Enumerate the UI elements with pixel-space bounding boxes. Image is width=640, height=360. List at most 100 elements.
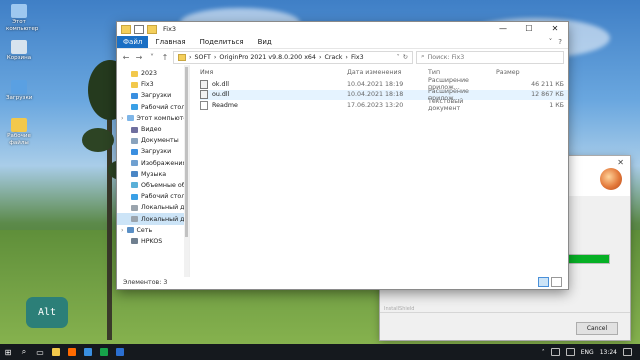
alt-key-overlay: Alt — [26, 297, 68, 328]
volume-icon[interactable] — [565, 348, 575, 356]
column-date[interactable]: Дата изменения — [347, 69, 428, 76]
breadcrumb-item[interactable]: Crack — [324, 54, 342, 61]
breadcrumb-sep: › — [318, 53, 322, 61]
text-file-icon — [200, 100, 208, 110]
details-view-icon[interactable] — [538, 277, 549, 287]
refresh-icon[interactable]: ↻ — [403, 54, 408, 61]
chevron-up-icon[interactable]: ˄ — [542, 349, 545, 356]
nav-item-label: Fix3 — [141, 81, 154, 89]
file-row[interactable]: Readme 17.06.2023 13:20 Текстовый документ… — [200, 98, 568, 112]
desktop-icon-computer[interactable]: Этот компьютер — [6, 4, 38, 33]
file-row[interactable]: ou.dll 10.04.2021 18:18 Расширение прилож.… — [200, 88, 568, 102]
nav-item[interactable]: HPKOS — [117, 236, 189, 247]
installer-cancel-button[interactable]: Cancel — [576, 322, 618, 335]
folder-icon — [131, 171, 138, 178]
desktop-icon-label: Рабочие файлы — [7, 133, 31, 146]
tab-file[interactable]: Файл — [117, 36, 149, 48]
taskbar-app-icon[interactable] — [96, 344, 112, 360]
folder-icon — [131, 193, 138, 200]
breadcrumb-item[interactable]: OriginPro 2021 v9.8.0.200 x64 — [219, 54, 316, 61]
tab-share[interactable]: Поделиться — [193, 38, 251, 46]
large-icons-view-icon[interactable] — [551, 277, 562, 287]
chevron-right-icon[interactable]: › — [121, 227, 124, 234]
recycle-bin-icon — [11, 40, 27, 54]
column-name[interactable]: Имя — [200, 69, 347, 76]
title-bar[interactable]: Fix3 — ☐ ✕ — [117, 22, 568, 36]
folder-icon — [126, 227, 134, 234]
language-indicator[interactable]: ENG — [581, 349, 594, 356]
nav-item[interactable]: Загрузки — [117, 146, 189, 157]
minimize-button[interactable]: — — [490, 22, 516, 36]
installer-close-icon[interactable]: ✕ — [617, 158, 624, 167]
nav-item[interactable]: Локальный диск — [117, 213, 189, 225]
new-folder-icon[interactable] — [147, 24, 157, 34]
maximize-button[interactable]: ☐ — [516, 22, 542, 36]
chevron-right-icon[interactable]: › — [121, 115, 124, 122]
nav-item[interactable]: Документы — [117, 135, 189, 146]
chevron-down-icon[interactable]: ˅ — [147, 53, 157, 62]
search-input[interactable]: ⌕ Поиск: Fix3 — [416, 50, 564, 64]
breadcrumb-item[interactable]: Fix3 — [351, 54, 364, 61]
properties-icon[interactable] — [134, 24, 144, 34]
computer-icon — [11, 4, 27, 18]
windows-start-icon[interactable]: ⊞ — [0, 344, 16, 360]
file-date: 17.06.2023 13:20 — [347, 101, 404, 109]
chevron-down-icon[interactable]: ˅ — [397, 54, 400, 61]
up-arrow-icon[interactable]: ↑ — [160, 53, 170, 62]
desktop-icon-trash[interactable]: Корзина — [6, 40, 32, 62]
nav-item[interactable]: Локальный диск — [117, 202, 189, 213]
nav-item[interactable]: › Этот компьютер — [117, 113, 189, 124]
nav-item[interactable]: Рабочий стол — [117, 191, 189, 202]
nav-item[interactable]: › Сеть — [117, 225, 189, 236]
tab-home[interactable]: Главная — [148, 38, 192, 46]
file-row[interactable]: ok.dll 10.04.2021 18:19 Расширение прилож.… — [200, 77, 568, 91]
taskbar-app-icon[interactable] — [80, 344, 96, 360]
dll-file-icon — [200, 79, 208, 89]
search-icon[interactable]: ⌕ — [16, 344, 32, 360]
origin-logo-icon — [600, 168, 622, 190]
nav-item[interactable]: Рабочий стол — [117, 102, 189, 113]
desktop-icon-label: Корзина — [6, 55, 32, 61]
tab-view[interactable]: Вид — [251, 38, 279, 46]
search-icon: ⌕ — [421, 53, 425, 60]
nav-item-label: Изображения — [141, 159, 187, 167]
breadcrumb-sep: › — [213, 53, 217, 61]
nav-item[interactable]: Музыка — [117, 169, 189, 180]
help-icon[interactable]: ? — [558, 38, 562, 46]
file-size: 46 211 КБ — [531, 80, 564, 88]
ribbon: Файл Главная Поделиться Вид ˅ ? — [117, 36, 568, 49]
taskbar-app-icon[interactable] — [48, 344, 64, 360]
nav-item[interactable]: Объемные объ — [117, 180, 189, 191]
notifications-icon[interactable] — [623, 348, 632, 356]
desktop-icon-workfiles[interactable]: Рабочие файлы — [6, 118, 32, 147]
close-button[interactable]: ✕ — [542, 22, 568, 36]
task-view-icon[interactable]: ▭ — [32, 344, 48, 360]
desktop-icon-downloads[interactable]: Загрузки — [6, 80, 32, 102]
back-arrow-icon[interactable]: ← — [121, 53, 131, 62]
nav-item-label: 2023 — [141, 70, 158, 78]
address-bar[interactable]: › SOFT › OriginPro 2021 v9.8.0.200 x64 ›… — [173, 50, 413, 64]
nav-item-label: Рабочий стол — [141, 193, 186, 201]
nav-item[interactable]: Видео — [117, 124, 189, 135]
breadcrumb-item[interactable]: SOFT — [195, 54, 211, 61]
expand-ribbon-icon[interactable]: ˅ — [549, 38, 553, 46]
taskbar-app-icon[interactable] — [112, 344, 128, 360]
forward-arrow-icon[interactable]: → — [134, 53, 144, 62]
nav-item-label: Рабочий стол — [141, 103, 186, 111]
clock[interactable]: 13:24 — [600, 349, 617, 356]
nav-item[interactable]: Fix3 — [117, 79, 189, 90]
nav-item[interactable]: Загрузки — [117, 90, 189, 101]
network-icon[interactable] — [550, 348, 560, 356]
column-size[interactable]: Размер — [496, 69, 568, 76]
folder-icon — [131, 160, 138, 167]
nav-item[interactable]: Изображения — [117, 158, 189, 169]
nav-item-label: Объемные объ — [141, 181, 189, 189]
explorer-window: Fix3 — ☐ ✕ Файл Главная Поделиться Вид ˅… — [117, 22, 568, 289]
divider — [380, 312, 630, 313]
folder-icon — [131, 204, 138, 211]
column-type[interactable]: Тип — [428, 69, 496, 76]
item-count: Элементов: 3 — [123, 278, 168, 286]
nav-item[interactable]: 2023 — [117, 68, 189, 79]
taskbar-app-icon[interactable] — [64, 344, 80, 360]
nav-scrollbar[interactable] — [184, 65, 189, 277]
